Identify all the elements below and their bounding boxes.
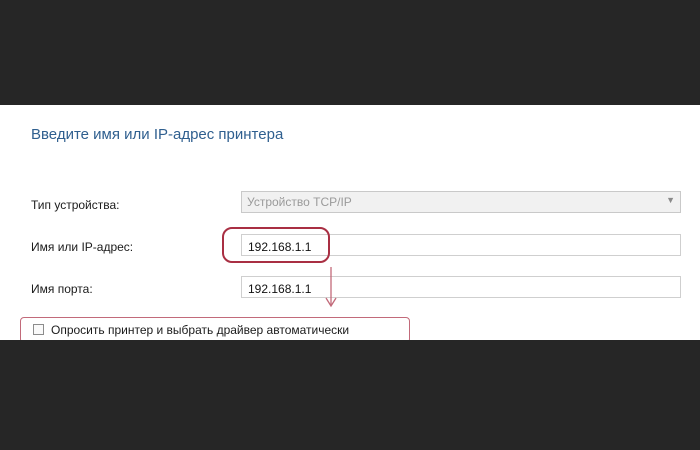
auto-driver-row[interactable]: Опросить принтер и выбрать драйвер автом…: [20, 317, 410, 340]
auto-driver-label: Опросить принтер и выбрать драйвер автом…: [51, 323, 350, 337]
printer-dialog: Введите имя или IP-адрес принтера Тип ус…: [0, 105, 700, 340]
device-type-label: Тип устройства:: [31, 198, 120, 212]
highlight-annotation: [222, 227, 330, 263]
host-label: Имя или IP-адрес:: [31, 240, 134, 254]
arrow-annotation-icon: [325, 267, 337, 308]
device-type-value: Устройство TCP/IP: [247, 195, 352, 209]
port-label: Имя порта:: [31, 282, 93, 296]
device-type-select[interactable]: Устройство TCP/IP ▼: [241, 191, 681, 213]
dialog-title: Введите имя или IP-адрес принтера: [31, 126, 284, 143]
port-input[interactable]: [241, 276, 681, 298]
chevron-down-icon: ▼: [666, 195, 675, 205]
auto-driver-checkbox[interactable]: [33, 324, 44, 335]
